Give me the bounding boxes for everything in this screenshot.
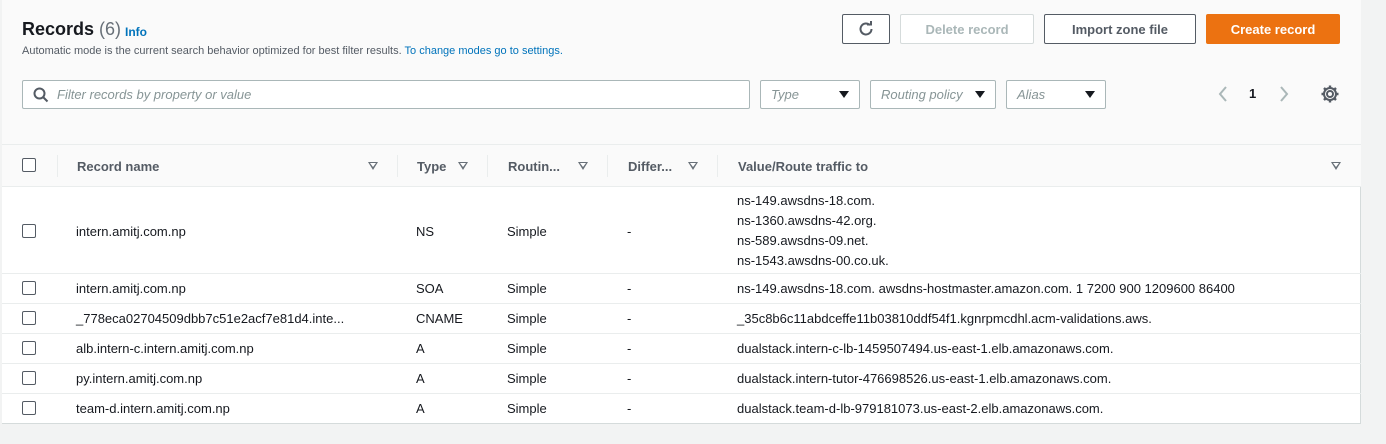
value-cell: dualstack.intern-c-lb-1459507494.us-east… — [737, 341, 1114, 356]
record-name-cell: intern.amitj.com.np — [76, 281, 186, 296]
value-cell: _35c8b6c11abdceffe11b03810ddf54f1.kgnrpm… — [737, 311, 1152, 326]
delete-record-button[interactable]: Delete record — [900, 14, 1034, 44]
value-line: ns-589.awsdns-09.net. — [737, 233, 869, 248]
table-row[interactable]: _778eca02704509dbb7c51e2acf7e81d4.inte..… — [2, 304, 1361, 334]
title-text: Records — [22, 19, 95, 39]
sort-icon[interactable] — [578, 162, 588, 170]
description-text: Automatic mode is the current search beh… — [22, 45, 402, 57]
table-header: Record name Type Routin... Differ... Val… — [2, 145, 1361, 187]
row-checkbox[interactable] — [22, 371, 36, 385]
routing-policy-select[interactable]: Routing policy — [870, 80, 996, 109]
refresh-icon — [859, 21, 873, 36]
value-cell: ns-149.awsdns-18.com. ns-1360.awsdns-42.… — [737, 191, 889, 271]
column-header-record-name[interactable]: Record name — [77, 145, 159, 187]
table-row[interactable]: team-d.intern.amitj.com.np A Simple - du… — [2, 394, 1361, 424]
value-cell: dualstack.intern-tutor-476698526.us-east… — [737, 371, 1112, 386]
column-header-value[interactable]: Value/Route traffic to — [738, 145, 868, 187]
alias-select-placeholder: Alias — [1017, 87, 1046, 102]
row-checkbox[interactable] — [22, 311, 36, 325]
settings-gear-icon[interactable] — [1320, 84, 1340, 104]
column-header-routing[interactable]: Routin... — [508, 145, 560, 187]
create-record-button[interactable]: Create record — [1206, 14, 1340, 44]
table-row[interactable]: py.intern.amitj.com.np A Simple - dualst… — [2, 364, 1361, 394]
column-header-differentiator[interactable]: Differ... — [628, 145, 672, 187]
row-checkbox[interactable] — [22, 224, 36, 238]
routing-policy-cell: Simple — [507, 311, 547, 326]
caret-down-icon — [1085, 91, 1095, 98]
row-checkbox[interactable] — [22, 281, 36, 295]
caret-down-icon — [839, 91, 849, 98]
filter-search-input[interactable]: Filter records by property or value — [22, 80, 750, 109]
row-checkbox[interactable] — [22, 341, 36, 355]
routing-policy-cell: Simple — [507, 224, 547, 239]
settings-link[interactable]: To change modes go to settings. — [405, 45, 563, 57]
record-type-cell: A — [416, 341, 425, 356]
records-panel: Records (6) Info Automatic mode is the c… — [2, 0, 1361, 424]
table-row[interactable]: intern.amitj.com.np SOA Simple - ns-149.… — [2, 274, 1361, 304]
routing-policy-cell: Simple — [507, 281, 547, 296]
records-count: (6) — [99, 19, 122, 39]
routing-policy-cell: Simple — [507, 371, 547, 386]
table-row[interactable]: intern.amitj.com.np NS Simple - ns-149.a… — [2, 188, 1361, 274]
table-row[interactable]: alb.intern-c.intern.amitj.com.np A Simpl… — [2, 334, 1361, 364]
alias-select[interactable]: Alias — [1006, 80, 1106, 109]
import-zone-file-button[interactable]: Import zone file — [1044, 14, 1196, 44]
search-icon — [33, 87, 49, 103]
routing-policy-cell: Simple — [507, 401, 547, 416]
page-title: Records (6) — [22, 19, 121, 40]
differentiator-cell: - — [627, 311, 632, 326]
column-header-type[interactable]: Type — [417, 145, 446, 187]
value-line: ns-1360.awsdns-42.org. — [737, 213, 877, 228]
differentiator-cell: - — [627, 281, 632, 296]
differentiator-cell: - — [627, 341, 632, 356]
next-page-icon[interactable] — [1279, 85, 1289, 103]
record-name-cell: alb.intern-c.intern.amitj.com.np — [76, 341, 254, 356]
sort-icon[interactable] — [688, 162, 698, 170]
sort-icon[interactable] — [1331, 162, 1341, 170]
differentiator-cell: - — [627, 224, 632, 239]
routing-select-placeholder: Routing policy — [881, 87, 963, 102]
record-type-cell: NS — [416, 224, 435, 239]
record-name-cell: py.intern.amitj.com.np — [76, 371, 203, 386]
record-type-cell: CNAME — [416, 311, 463, 326]
caret-down-icon — [975, 91, 985, 98]
current-page-number[interactable]: 1 — [1249, 86, 1256, 101]
type-select-placeholder: Type — [771, 87, 799, 102]
record-name-cell: _778eca02704509dbb7c51e2acf7e81d4.inte..… — [76, 311, 345, 326]
value-cell: ns-149.awsdns-18.com. awsdns-hostmaster.… — [737, 281, 1235, 296]
info-link[interactable]: Info — [125, 25, 147, 39]
search-placeholder: Filter records by property or value — [57, 87, 252, 102]
refresh-button[interactable] — [842, 14, 890, 44]
select-all-checkbox[interactable] — [22, 158, 36, 172]
sort-icon[interactable] — [458, 162, 468, 170]
differentiator-cell: - — [627, 371, 632, 386]
record-name-cell: intern.amitj.com.np — [76, 224, 186, 239]
row-checkbox[interactable] — [22, 401, 36, 415]
value-cell: dualstack.team-d-lb-979181073.us-east-2.… — [737, 401, 1104, 416]
record-type-cell: A — [416, 401, 425, 416]
sort-icon[interactable] — [368, 162, 378, 170]
routing-policy-cell: Simple — [507, 341, 547, 356]
value-line: ns-1543.awsdns-00.co.uk. — [737, 253, 889, 268]
record-type-cell: SOA — [416, 281, 444, 296]
type-select[interactable]: Type — [760, 80, 860, 109]
record-name-cell: team-d.intern.amitj.com.np — [76, 401, 230, 416]
value-line: ns-149.awsdns-18.com. — [737, 193, 876, 208]
record-type-cell: A — [416, 371, 425, 386]
records-header: Records (6) Info Automatic mode is the c… — [2, 0, 1361, 145]
search-mode-description: Automatic mode is the current search beh… — [22, 45, 563, 57]
differentiator-cell: - — [627, 401, 632, 416]
previous-page-icon[interactable] — [1218, 85, 1228, 103]
